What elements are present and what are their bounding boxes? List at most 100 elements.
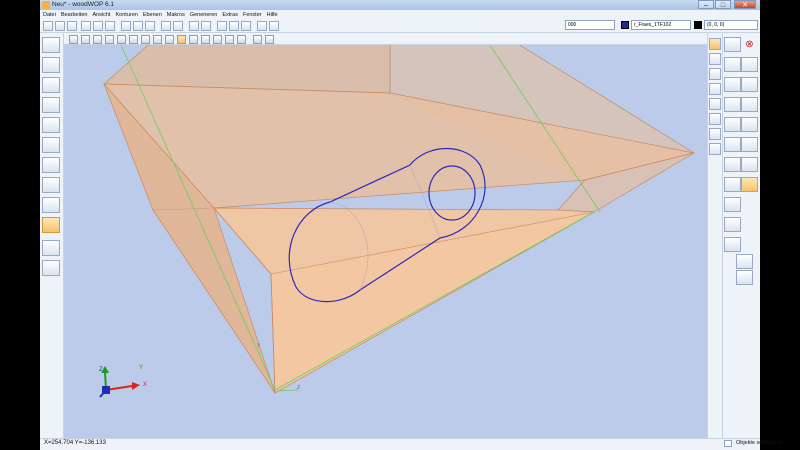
- zoom-window-icon[interactable]: [81, 35, 90, 44]
- save-all-icon[interactable]: [93, 21, 103, 31]
- chamfer-icon[interactable]: [741, 157, 758, 172]
- grid-icon[interactable]: [253, 35, 262, 44]
- save-icon[interactable]: [81, 21, 91, 31]
- circular-saw-icon[interactable]: [42, 137, 60, 153]
- plane-xz-icon[interactable]: [724, 217, 741, 232]
- line-length-icon[interactable]: [741, 77, 758, 92]
- document-icon[interactable]: [42, 177, 60, 193]
- menu-fenster[interactable]: Fenster: [243, 12, 262, 18]
- tool-magazine-icon[interactable]: [42, 240, 60, 256]
- window-title: Neu* - woodWOP 6.1: [52, 1, 115, 8]
- plane-xy-icon[interactable]: [724, 197, 741, 212]
- line-angle-icon[interactable]: [724, 77, 741, 92]
- arc-tangent-icon[interactable]: [724, 117, 741, 132]
- zoom-all-icon[interactable]: [69, 35, 78, 44]
- redo-icon[interactable]: [173, 21, 183, 31]
- circle-tool-icon[interactable]: [709, 113, 721, 125]
- status-indicator-icon: [724, 440, 732, 447]
- cube-icon[interactable]: [736, 254, 753, 269]
- view-3d-icon[interactable]: [165, 35, 174, 44]
- drill-icon[interactable]: [42, 77, 60, 93]
- edge-icon[interactable]: [42, 260, 60, 276]
- spline-tool-icon[interactable]: [709, 143, 721, 155]
- menu-konturen[interactable]: Konturen: [116, 12, 138, 18]
- menu-extras[interactable]: Extras: [222, 12, 238, 18]
- copy-icon[interactable]: [133, 21, 143, 31]
- undo-icon[interactable]: [161, 21, 171, 31]
- select-tool-icon[interactable]: [709, 53, 721, 65]
- workpiece-icon[interactable]: [42, 57, 60, 73]
- menu-ansicht[interactable]: Ansicht: [92, 12, 110, 18]
- pan-icon[interactable]: [201, 35, 210, 44]
- rotate-tool-icon[interactable]: [42, 37, 60, 53]
- help-tool-icon[interactable]: [42, 197, 60, 213]
- zoom-in-icon[interactable]: [93, 35, 102, 44]
- cut-icon[interactable]: [121, 21, 131, 31]
- arc-radius-icon[interactable]: [724, 137, 741, 152]
- maximize-button[interactable]: □: [715, 0, 731, 9]
- new-file-icon[interactable]: [43, 21, 53, 31]
- info-icon[interactable]: [269, 21, 279, 31]
- snap-icon[interactable]: [237, 35, 246, 44]
- arc-tool-icon[interactable]: [709, 98, 721, 110]
- ellipse-icon[interactable]: [741, 117, 758, 132]
- workpiece-3d-icon[interactable]: [724, 177, 741, 192]
- paste-icon[interactable]: [145, 21, 155, 31]
- new-contour-icon[interactable]: [724, 37, 741, 52]
- open-folder-icon[interactable]: [55, 21, 65, 31]
- polyline-tool-icon[interactable]: [709, 128, 721, 140]
- pocket-icon[interactable]: [42, 157, 60, 173]
- fillet-icon[interactable]: [724, 157, 741, 172]
- plane-yz-icon[interactable]: [724, 237, 741, 252]
- curve-icon[interactable]: [741, 137, 758, 152]
- open-icon[interactable]: [67, 21, 77, 31]
- layer-color-swatch[interactable]: [621, 21, 629, 29]
- cube-edge-icon[interactable]: [736, 270, 753, 285]
- view-side-icon[interactable]: [141, 35, 150, 44]
- plane-icon[interactable]: [741, 177, 758, 192]
- select-icon[interactable]: [189, 21, 199, 31]
- help-icon[interactable]: [257, 21, 267, 31]
- view-perspective-icon[interactable]: [177, 35, 186, 44]
- measure-icon[interactable]: [225, 35, 234, 44]
- menu-generieren[interactable]: Generieren: [190, 12, 218, 18]
- print-icon[interactable]: [105, 21, 115, 31]
- start-point-icon[interactable]: [724, 57, 741, 72]
- layer-select[interactable]: 000: [565, 20, 615, 30]
- color-swatch[interactable]: [694, 21, 702, 29]
- line-tool-icon[interactable]: [709, 83, 721, 95]
- generate-icon[interactable]: [229, 21, 239, 31]
- simulate-icon[interactable]: [241, 21, 251, 31]
- delete-icon[interactable]: ⊗: [742, 37, 757, 52]
- properties-icon[interactable]: [201, 21, 211, 31]
- orbit-icon[interactable]: [213, 35, 222, 44]
- menu-makros[interactable]: Makros: [167, 12, 185, 18]
- axis-label-x: X: [143, 382, 148, 388]
- 3d-viewport[interactable]: Y Z Y X Z: [64, 45, 707, 438]
- machine-icon[interactable]: [217, 21, 227, 31]
- settings-icon[interactable]: [265, 35, 274, 44]
- point-tool-icon[interactable]: [709, 68, 721, 80]
- layer-tool-icon[interactable]: [709, 38, 721, 50]
- rotate-icon[interactable]: [189, 35, 198, 44]
- menu-bearbeiten[interactable]: Bearbeiten: [61, 12, 88, 18]
- view-front-icon[interactable]: [129, 35, 138, 44]
- view-iso-icon[interactable]: [153, 35, 162, 44]
- component-icon[interactable]: [42, 217, 60, 233]
- minimize-button[interactable]: –: [698, 0, 714, 9]
- tool-select[interactable]: r_Fraes_1TF102: [631, 20, 691, 30]
- arc-3point-icon[interactable]: [724, 97, 741, 112]
- view-top-icon[interactable]: [117, 35, 126, 44]
- arc-center-icon[interactable]: [741, 97, 758, 112]
- menu-datei[interactable]: Datei: [43, 12, 56, 18]
- scene-canvas: Y Z: [99, 45, 695, 398]
- clamp-icon[interactable]: [42, 97, 60, 113]
- zoom-out-icon[interactable]: [105, 35, 114, 44]
- menu-hilfe[interactable]: Hilfe: [267, 12, 278, 18]
- coordinate-field[interactable]: (0, 0, 0): [704, 20, 758, 30]
- close-button[interactable]: ✕: [734, 0, 756, 9]
- right-toolbar-b: [722, 33, 760, 438]
- saw-icon[interactable]: [42, 117, 60, 133]
- line-icon[interactable]: [741, 57, 758, 72]
- menu-ebenen[interactable]: Ebenen: [143, 12, 162, 18]
